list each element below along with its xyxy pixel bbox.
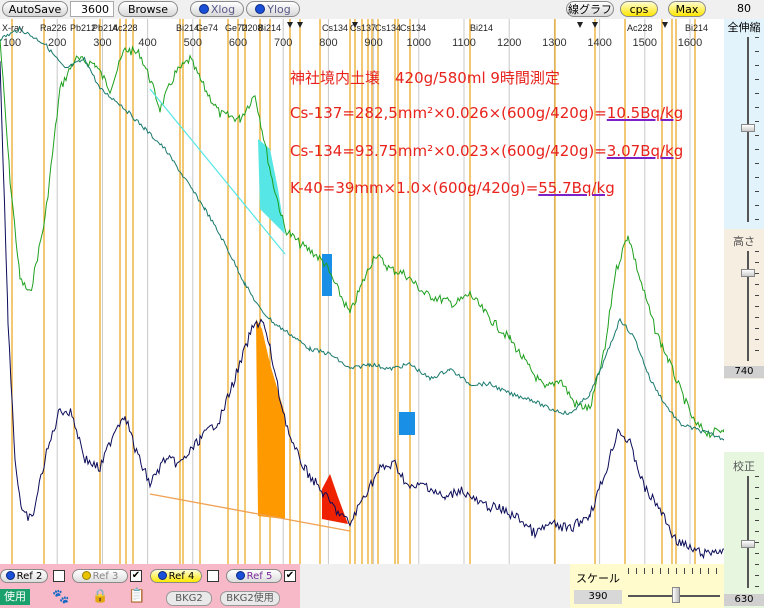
axis-tick-label: 1500 <box>633 37 657 49</box>
ref5-label: Ref 5 <box>246 571 273 582</box>
ref4-radio-icon <box>157 571 167 580</box>
axis-tick-label: 1400 <box>587 37 611 49</box>
calibration-value: 630 <box>724 594 764 606</box>
calibration-ticks <box>755 476 759 588</box>
nuclide-label: Ac228 <box>627 23 653 33</box>
zoom-panel: 全伸縮 <box>724 19 764 229</box>
spectrum-svg: 100 200 300 400 500 600 700 800 900 1000 1100 1200 1… <box>0 19 724 564</box>
annotation-cs134: Cs-134=93.75mm²×0.023×(600g/420g)=3.07Bq… <box>290 142 683 160</box>
autosave-button[interactable]: AutoSave <box>2 1 68 17</box>
ylog-button[interactable]: Ylog <box>246 1 300 17</box>
zoom-label: 全伸縮 <box>727 21 761 34</box>
browse-button[interactable]: Browse <box>118 1 178 17</box>
axis-tick-label: 800 <box>319 37 337 49</box>
ref3-button[interactable]: Ref 3 <box>72 569 128 583</box>
axis-tick-label: 100 <box>3 37 21 49</box>
nuclide-label: Bi214 <box>470 23 493 33</box>
cs137-value: 10.5Bq/kg <box>606 104 684 122</box>
ylog-radio-icon <box>255 4 266 14</box>
paw-icon[interactable]: 🐾 <box>52 589 69 605</box>
toolbar: AutoSave 3600 Browse Xlog Ylog 線グラフ cps … <box>0 0 764 19</box>
ref5-checkbox[interactable]: ✔ <box>284 570 296 582</box>
ref2-radio-icon <box>5 571 15 580</box>
ref2-label: Ref 2 <box>16 571 43 582</box>
xlog-label: Xlog <box>210 3 236 16</box>
use-button[interactable]: 使用 <box>0 589 30 605</box>
zoom-slider-thumb[interactable] <box>741 124 755 132</box>
nuclide-label: Bi214 <box>258 23 281 33</box>
nuclide-label: Cs134 <box>375 23 401 33</box>
nuclide-label: Ra226 <box>40 23 67 33</box>
annotation-title: 神社境内土壌 420g/580ml 9時間測定 <box>290 69 560 87</box>
ref4-button[interactable]: Ref 4 <box>150 569 202 583</box>
max-button[interactable]: Max <box>668 1 706 17</box>
height-ticks <box>755 251 759 361</box>
ref2-checkbox[interactable] <box>53 570 65 582</box>
k40-formula: K-40=39mm×1.0×(600g/420g)= <box>290 179 539 197</box>
ref3-label: Ref 3 <box>92 571 119 582</box>
calibration-slider-track[interactable] <box>747 476 749 588</box>
axis-tick-label: 700 <box>274 37 292 49</box>
right-panel: 全伸縮 高さ 740 校正 630 <box>724 0 764 608</box>
legend-blue-square <box>399 412 415 435</box>
ref5-button[interactable]: Ref 5 <box>226 569 282 583</box>
nuclide-label: Ge74 <box>196 23 218 33</box>
bkg2-button[interactable]: BKG2 <box>166 591 212 606</box>
calibration-slider-thumb[interactable] <box>741 540 755 548</box>
zoom-ticks <box>755 37 759 222</box>
axis-tick-label: 400 <box>138 37 156 49</box>
axis-tick-label: 300 <box>93 37 111 49</box>
nuclide-label: Ac228 <box>112 23 138 33</box>
calibration-panel: 校正 630 <box>724 452 764 608</box>
nuclide-label: Cs134 <box>322 23 348 33</box>
scale-panel: スケール 390 <box>570 564 724 608</box>
height-slider-thumb[interactable] <box>741 269 755 277</box>
cs134-formula: Cs-134=93.75mm²×0.023×(600g/420g)= <box>290 142 607 160</box>
cs134-peak-area-upper <box>322 254 332 296</box>
axis-tick-label: 900 <box>364 37 382 49</box>
axis-tick-label: 1200 <box>497 37 521 49</box>
scale-slider-thumb[interactable] <box>672 587 680 603</box>
height-label: 高さ <box>733 235 755 248</box>
xlog-button[interactable]: Xlog <box>190 1 244 17</box>
height-value: 740 <box>724 366 764 378</box>
axis-tick-label: 600 <box>229 37 247 49</box>
axis-tick-label: 1600 <box>678 37 702 49</box>
ref5-radio-icon <box>235 571 245 580</box>
calibration-label: 校正 <box>733 460 755 473</box>
axis-tick-label: 1000 <box>407 37 431 49</box>
scale-ticks <box>628 568 718 574</box>
ref2-button[interactable]: Ref 2 <box>0 569 48 583</box>
cps-button[interactable]: cps <box>620 1 658 17</box>
cs137-formula: Cs-137=282,5mm²×0.026×(600g/420g)= <box>290 104 607 122</box>
scale-label: スケール <box>576 572 620 585</box>
axis-tick-label: 200 <box>48 37 66 49</box>
annotation-cs137: Cs-137=282,5mm²×0.026×(600g/420g)=10.5Bq… <box>290 104 683 122</box>
nuclide-label: Cs134 <box>400 23 426 33</box>
ref3-checkbox[interactable]: ✔ <box>130 570 142 582</box>
bottom-bar: Ref 2 Ref 3 ✔ Ref 4 Ref 5 ✔ 使用 🐾 🔒 📋 BKG… <box>0 564 724 608</box>
lock-icon[interactable]: 🔒 <box>92 589 108 604</box>
annotation-k40: K-40=39mm×1.0×(600g/420g)=55.7Bq/kg <box>290 179 615 197</box>
spectrum-plot[interactable]: 100 200 300 400 500 600 700 800 900 1000 1100 1200 1… <box>0 19 724 564</box>
scale-value: 390 <box>574 590 622 604</box>
clipboard-icon[interactable]: 📋 <box>128 588 145 604</box>
ylog-label: Ylog <box>267 3 291 16</box>
ref4-checkbox[interactable] <box>207 570 219 582</box>
cs134-value: 3.07Bq/kg <box>606 142 684 160</box>
axis-tick-label: 500 <box>184 37 202 49</box>
xlog-radio-icon <box>198 4 209 14</box>
time-input[interactable]: 3600 <box>70 1 114 17</box>
height-slider-track[interactable] <box>747 251 749 361</box>
axis-tick-label: 1300 <box>542 37 566 49</box>
bkg2-use-button[interactable]: BKG2使用 <box>220 591 280 606</box>
height-panel: 高さ 740 <box>724 229 764 379</box>
k40-value: 55.7Bq/kg <box>538 179 615 197</box>
axis-tick-label: 1100 <box>452 37 476 49</box>
nuclide-label: Bi214 <box>685 23 708 33</box>
line-graph-button[interactable]: 線グラフ <box>566 1 614 17</box>
ref4-label: Ref 4 <box>168 571 195 582</box>
ref3-radio-icon <box>81 571 91 580</box>
